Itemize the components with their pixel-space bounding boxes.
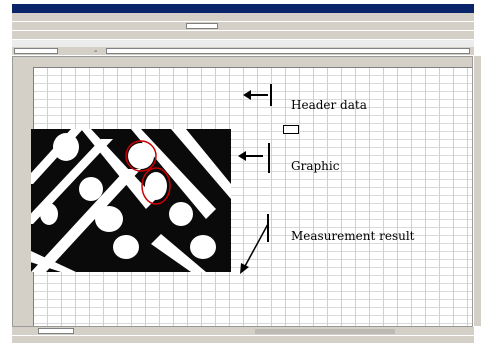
measurement-bracket bbox=[267, 214, 269, 242]
font-select[interactable] bbox=[186, 23, 218, 29]
reviewing-toolbar bbox=[12, 39, 474, 55]
standard-toolbar bbox=[12, 21, 474, 37]
table-row bbox=[30, 313, 434, 321]
header-bracket bbox=[270, 84, 272, 106]
measurement-result-table bbox=[30, 281, 434, 321]
graphic-bracket bbox=[268, 143, 270, 173]
formula-input[interactable] bbox=[106, 48, 470, 54]
table-row bbox=[30, 289, 434, 297]
arrow-left-icon bbox=[243, 90, 251, 100]
formula-bar: = bbox=[12, 47, 474, 55]
sheet-tab[interactable] bbox=[38, 328, 74, 334]
column-headers[interactable] bbox=[13, 57, 472, 68]
header-row bbox=[33, 90, 73, 98]
graphic-label: Graphic bbox=[291, 159, 340, 173]
header-row bbox=[33, 82, 73, 90]
table-row bbox=[30, 281, 434, 289]
header-data-block bbox=[33, 82, 73, 114]
vertical-scrollbar[interactable] bbox=[474, 56, 481, 326]
arrow-left-icon bbox=[238, 151, 246, 161]
arrow-down-left-icon bbox=[240, 223, 269, 274]
marker-box bbox=[283, 125, 299, 134]
header-data-label: Header data bbox=[291, 98, 367, 112]
measurement-image[interactable] bbox=[31, 129, 231, 272]
function-icon[interactable]: = bbox=[94, 47, 97, 55]
name-box[interactable] bbox=[14, 48, 58, 54]
horizontal-scrollbar[interactable] bbox=[255, 329, 396, 334]
title-bar bbox=[12, 4, 474, 20]
header-row bbox=[33, 98, 73, 106]
header-row bbox=[33, 106, 73, 114]
table-row bbox=[30, 305, 434, 313]
measurement-result-label: Measurement result bbox=[291, 229, 415, 243]
sheet-tab-bar bbox=[12, 327, 474, 335]
custom-toolbar bbox=[12, 30, 474, 46]
table-row bbox=[30, 297, 434, 305]
menu-bar bbox=[12, 13, 474, 21]
